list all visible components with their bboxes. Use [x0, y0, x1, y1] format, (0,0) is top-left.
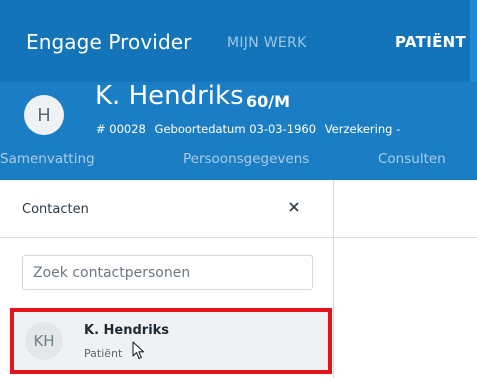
sidebar-title: Contacten — [22, 202, 89, 217]
app-brand[interactable]: Engage Provider — [26, 30, 191, 54]
contacts-sidebar: Contacten KH K. Hendriks Patiënt — [0, 180, 334, 378]
content-area — [334, 238, 477, 378]
mouse-cursor-icon — [132, 341, 145, 360]
contact-name: K. Hendriks — [84, 323, 170, 338]
contact-avatar: KH — [25, 322, 63, 360]
patient-header: Engage Provider MIJN WERK PATIËNT H K. H… — [0, 0, 477, 180]
contact-list-item[interactable]: KH K. Hendriks Patiënt — [10, 308, 332, 374]
nav-patient[interactable]: PATIËNT — [395, 33, 466, 51]
content-header — [334, 180, 477, 238]
tab-samenvatting[interactable]: Samenvatting — [0, 151, 95, 167]
contact-role: Patiënt — [84, 347, 123, 360]
tab-persoonsgegevens[interactable]: Persoonsgegevens — [183, 151, 309, 167]
app-window: Engage Provider MIJN WERK PATIËNT H K. H… — [0, 0, 477, 378]
contact-search-input[interactable] — [22, 255, 313, 290]
nav-mijn-werk[interactable]: MIJN WERK — [227, 35, 307, 51]
patient-name: K. Hendriks — [95, 81, 244, 111]
tab-consulten[interactable]: Consulten — [378, 151, 446, 167]
patient-meta: # 00028 Geboortedatum 03-03-1960 Verzeke… — [96, 122, 405, 136]
patient-dob: Geboortedatum 03-03-1960 — [154, 122, 317, 136]
close-icon[interactable] — [284, 197, 304, 217]
top-navigation-bar: Engage Provider MIJN WERK PATIËNT — [0, 0, 477, 82]
patient-insurance: Verzekering - — [324, 122, 401, 136]
patient-avatar: H — [24, 95, 64, 135]
patient-age-sex: 60/M — [246, 92, 291, 111]
nav-divider — [470, 0, 477, 82]
patient-id: # 00028 — [96, 122, 146, 136]
sidebar-header: Contacten — [0, 180, 333, 238]
